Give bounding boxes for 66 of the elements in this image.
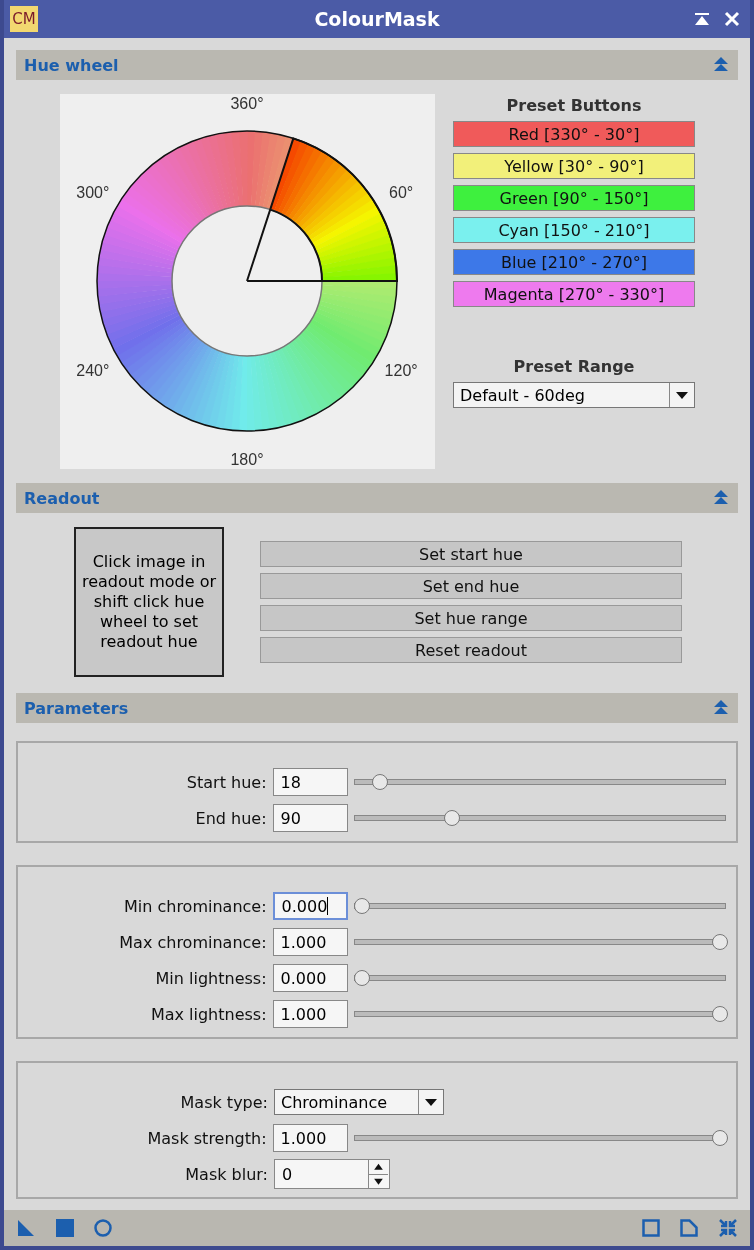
readout-button[interactable]: Set hue range — [260, 605, 682, 631]
down-arrow-icon — [369, 1173, 388, 1188]
preset-button[interactable]: Magenta [270° - 330°] — [453, 281, 695, 307]
degree-label: 180° — [230, 451, 264, 468]
slider[interactable] — [354, 934, 726, 950]
input-field[interactable]: 0.000 — [272, 892, 349, 920]
slider[interactable] — [354, 774, 726, 790]
field-label: Min chrominance: — [122, 896, 267, 916]
slider[interactable] — [354, 970, 726, 986]
input-field[interactable]: 1.000 — [272, 928, 349, 956]
input-field[interactable]: 18 — [272, 768, 349, 796]
slider[interactable] — [354, 1130, 726, 1146]
collapse-icon[interactable] — [712, 699, 730, 717]
field-label: Mask strength: — [146, 1128, 267, 1148]
degree-label: 60° — [389, 184, 414, 201]
slider-thumb[interactable] — [712, 1130, 729, 1146]
input-field[interactable]: 1.000 — [272, 1000, 349, 1028]
slider[interactable] — [354, 810, 726, 826]
preset-button[interactable]: Red [330° - 30°] — [453, 121, 695, 147]
collapse-icon[interactable] — [712, 56, 730, 74]
preset-range-dropdown[interactable]: Default - 60deg — [453, 382, 695, 408]
preset-button[interactable]: Yellow [30° - 90°] — [453, 153, 695, 179]
slider[interactable] — [354, 1006, 726, 1022]
preset-button[interactable]: Cyan [150° - 210°] — [453, 217, 695, 243]
input-field[interactable]: 1.000 — [272, 1124, 349, 1152]
shade-icon[interactable] — [694, 11, 710, 27]
preset-range-caption: Preset Range — [513, 357, 635, 376]
preset-button[interactable]: Green [90° - 150°] — [453, 185, 695, 211]
slider-thumb[interactable] — [443, 810, 460, 826]
input-field[interactable]: 90 — [272, 804, 349, 832]
collapse-icon[interactable] — [712, 489, 730, 507]
field-label: End hue: — [194, 808, 267, 828]
readout-button[interactable]: Set start hue — [260, 541, 682, 567]
slider-thumb[interactable] — [354, 898, 371, 914]
input-field[interactable]: 0.000 — [272, 964, 349, 992]
degree-label: 360° — [230, 95, 264, 112]
circle-icon[interactable] — [94, 1219, 112, 1237]
triangle-icon[interactable] — [16, 1218, 36, 1238]
slider-thumb[interactable] — [354, 970, 371, 986]
mask-type-dropdown[interactable]: Chrominance — [274, 1089, 444, 1115]
text-cursor — [327, 897, 329, 915]
spin-box[interactable]: 0 — [274, 1159, 390, 1189]
readout-button[interactable]: Reset readout — [260, 637, 682, 663]
preset-buttons-caption: Preset Buttons — [506, 96, 642, 115]
degree-label: 240° — [76, 362, 110, 379]
window-title: ColourMask — [314, 8, 440, 30]
document-icon[interactable] — [680, 1219, 698, 1237]
field-label: Max chrominance: — [118, 932, 267, 952]
preset-button[interactable]: Blue [210° - 270°] — [453, 249, 695, 275]
field-label: Start hue: — [185, 772, 267, 792]
slider-thumb[interactable] — [712, 934, 729, 950]
field-label: Mask type: — [179, 1092, 268, 1112]
field-label: Max lightness: — [149, 1004, 267, 1024]
readout-button[interactable]: Set end hue — [260, 573, 682, 599]
readout-swatch[interactable]: Click image in readout mode or shift click hue wheel to set readout hue — [74, 527, 224, 677]
field-label: Mask blur: — [184, 1164, 268, 1184]
slider-thumb[interactable] — [712, 1006, 729, 1022]
degree-label: 120° — [384, 362, 418, 379]
app-logo: CM — [10, 6, 38, 32]
degree-label: 300° — [76, 184, 110, 201]
slider-thumb[interactable] — [372, 774, 389, 790]
field-label: Min lightness: — [154, 968, 267, 988]
square-outline-icon[interactable] — [642, 1219, 660, 1237]
collapse-arrows-icon[interactable] — [718, 1218, 738, 1238]
slider[interactable] — [354, 898, 726, 914]
close-icon[interactable] — [724, 11, 740, 27]
